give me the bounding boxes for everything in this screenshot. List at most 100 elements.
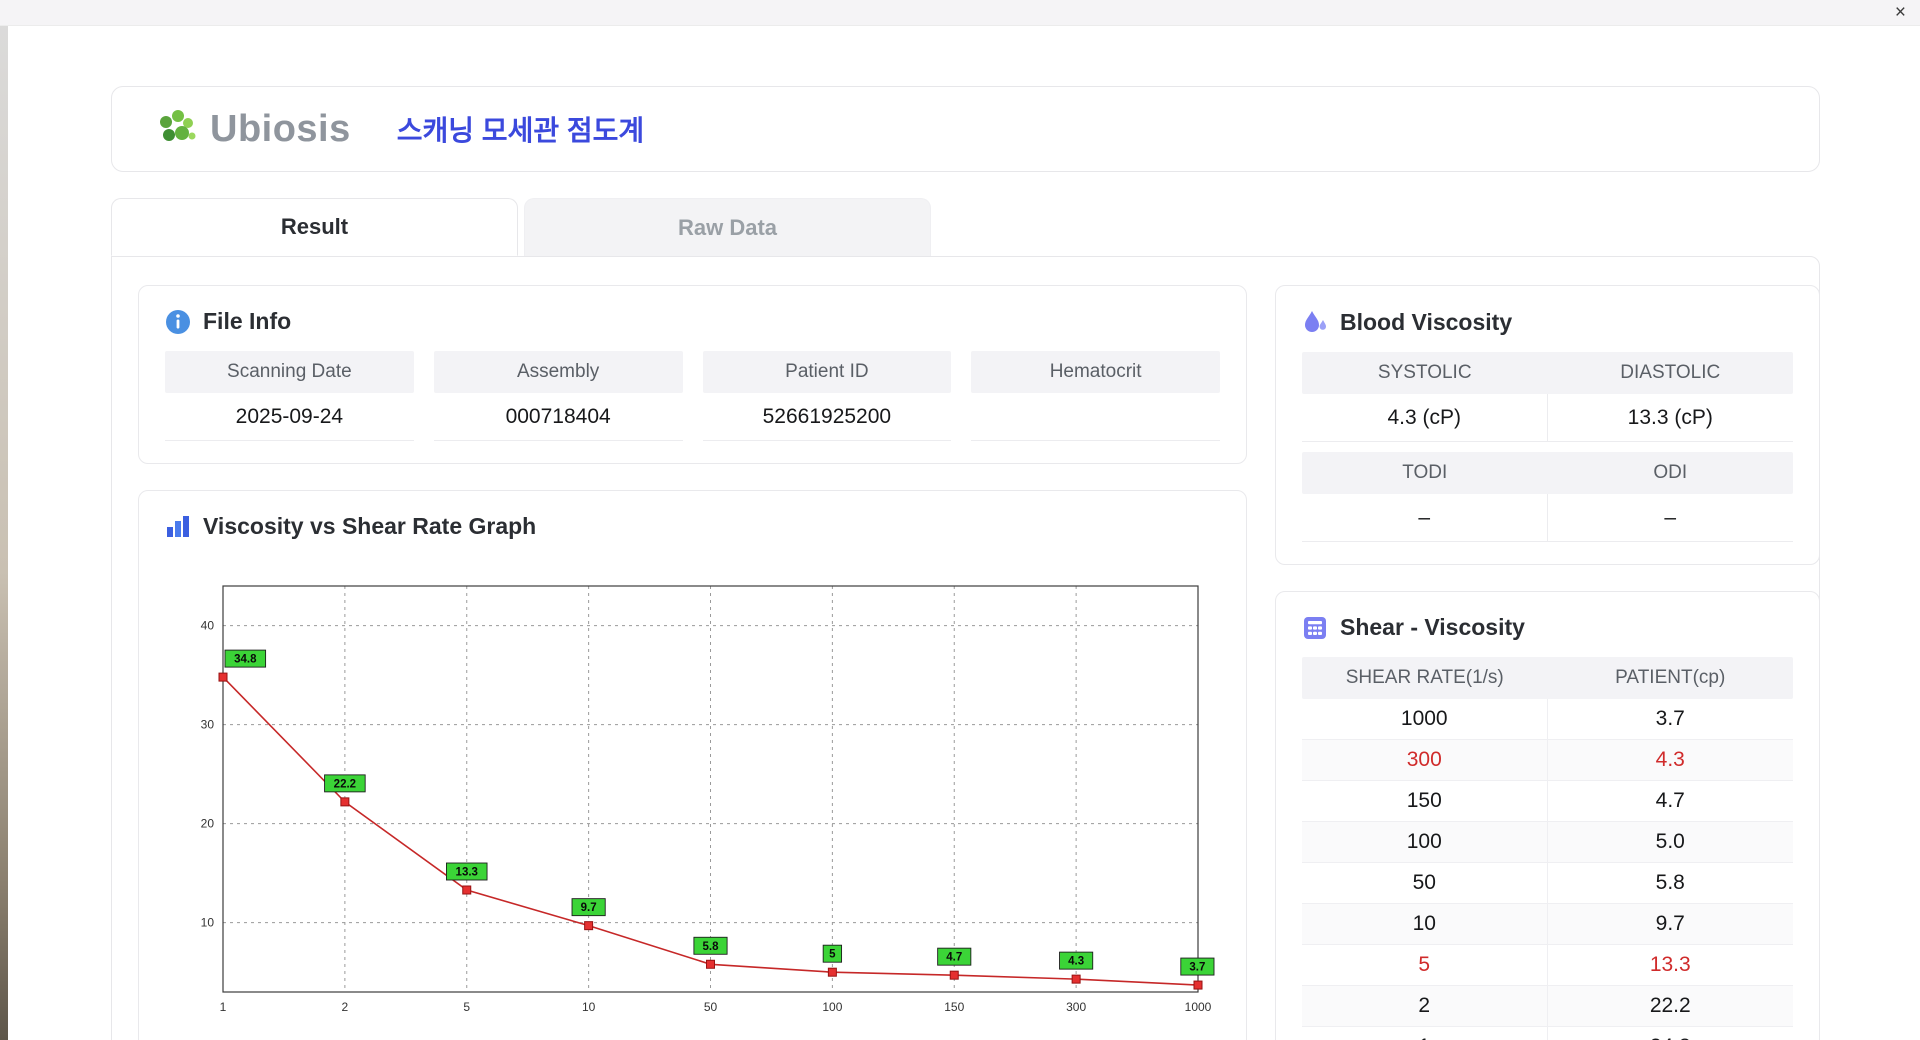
graph-title: Viscosity vs Shear Rate Graph [203, 513, 537, 539]
logo-text: Ubiosis [210, 107, 351, 150]
main-content: File Info Scanning Date 2025-09-24 Assembl… [111, 256, 1820, 1040]
shear-rate-column-header: SHEAR RATE(1/s) [1345, 667, 1504, 688]
shear-rate-cell: 300 [1302, 740, 1548, 781]
table-row: 50 5.8 [1302, 863, 1793, 904]
systolic-value: 4.3 (cP) [1302, 394, 1548, 442]
odi-label: ODI [1653, 462, 1688, 483]
shear-rate-cell: 1000 [1302, 699, 1548, 740]
right-column: Blood Viscosity SYSTOLIC DIASTOLIC 4.3 (… [1275, 285, 1820, 1040]
graph-card: Viscosity vs Shear Rate Graph 10 20 30 40 1 2… [138, 490, 1247, 1040]
svg-text:2: 2 [342, 1000, 349, 1014]
shear-rate-cell: 100 [1302, 822, 1548, 863]
patient-viscosity-cell: 3.7 [1547, 699, 1793, 740]
shear-viscosity-card: Shear - Viscosity SHEAR RATE(1/s) PATIEN… [1275, 591, 1820, 1040]
file-info-field: Hematocrit [971, 351, 1220, 441]
file-info-title-row: File Info [165, 308, 1220, 335]
svg-text:150: 150 [944, 1000, 964, 1014]
blood-viscosity-values-row-2: – – [1302, 494, 1793, 542]
patient-viscosity-cell: 5.0 [1547, 822, 1793, 863]
svg-text:4.7: 4.7 [946, 952, 962, 964]
patient-viscosity-cell: 4.7 [1547, 781, 1793, 822]
logo: Ubiosis [154, 108, 351, 151]
graph-title-row: Viscosity vs Shear Rate Graph [165, 513, 1220, 540]
patient-viscosity-cell: 9.7 [1547, 904, 1793, 945]
patient-viscosity-cell: 5.8 [1547, 863, 1793, 904]
droplet-icon [1305, 311, 1326, 332]
tab-raw-data[interactable]: Raw Data [524, 198, 931, 256]
blood-viscosity-header-row-1: SYSTOLIC DIASTOLIC [1302, 352, 1793, 394]
patient-viscosity-cell: 22.2 [1547, 986, 1793, 1027]
svg-text:13.3: 13.3 [456, 867, 478, 879]
shear-viscosity-title-row: Shear - Viscosity [1302, 614, 1793, 641]
window-titlebar: × [0, 0, 1920, 26]
file-info-field-value [971, 393, 1220, 441]
shear-rate-cell: 5 [1302, 945, 1548, 986]
svg-text:30: 30 [201, 718, 215, 732]
table-row: 2 22.2 [1302, 986, 1793, 1027]
diastolic-value: 13.3 (cP) [1547, 394, 1793, 442]
blood-viscosity-values-row-1: 4.3 (cP) 13.3 (cP) [1302, 394, 1793, 442]
blood-viscosity-title-row: Blood Viscosity [1302, 308, 1793, 336]
svg-text:34.8: 34.8 [234, 654, 257, 666]
table-row: 150 4.7 [1302, 781, 1793, 822]
svg-text:1: 1 [220, 1000, 227, 1014]
patient-viscosity-cell: 34.8 [1548, 1027, 1794, 1040]
svg-text:1000: 1000 [1185, 1000, 1212, 1014]
odi-value: – [1547, 494, 1793, 542]
shear-rate-cell: 1 [1302, 1027, 1548, 1040]
bar-chart-icon [167, 515, 189, 537]
svg-text:10: 10 [201, 916, 215, 930]
svg-text:3.7: 3.7 [1189, 962, 1205, 974]
patient-column-header: PATIENT(cp) [1615, 667, 1726, 688]
todi-label: TODI [1402, 462, 1448, 483]
tab-result[interactable]: Result [111, 198, 518, 256]
svg-text:9.7: 9.7 [581, 902, 597, 914]
shear-rate-cell: 50 [1302, 863, 1548, 904]
file-info-grid: Scanning Date 2025-09-24 Assembly 000718404… [165, 351, 1220, 441]
svg-text:100: 100 [822, 1000, 842, 1014]
svg-text:20: 20 [201, 817, 215, 831]
svg-text:5.8: 5.8 [703, 941, 720, 953]
svg-text:22.2: 22.2 [334, 778, 356, 790]
blood-viscosity-header-row-2: TODI ODI [1302, 452, 1793, 494]
shear-rate-cell: 10 [1302, 904, 1548, 945]
table-row: 1000 3.7 [1302, 699, 1793, 740]
shear-table-body: 1000 3.7 300 4.3 150 4.7 100 5.0 50 5.8 10 9.7 5 13.3… [1302, 699, 1793, 1040]
file-info-field: Assembly 000718404 [433, 351, 683, 441]
ubiosis-logo-icon [160, 110, 196, 141]
left-column: File Info Scanning Date 2025-09-24 Assembl… [138, 285, 1247, 1040]
page-title: 스캐닝 모세관 점도계 [396, 115, 645, 146]
svg-text:5: 5 [829, 949, 836, 961]
file-info-field-label: Patient ID [702, 351, 952, 393]
shear-viscosity-title: Shear - Viscosity [1340, 614, 1525, 640]
app-window: Ubiosis 스캐닝 모세관 점도계 Result Raw Data File… [0, 86, 1920, 1040]
file-info-field-label: Hematocrit [971, 351, 1220, 393]
tab-bar: Result Raw Data [111, 198, 1820, 256]
svg-text:10: 10 [582, 1000, 596, 1014]
info-icon [166, 309, 190, 334]
viscosity-chart-host: 10 20 30 40 1 2 5 10 50 100 150 300 1000 34.8 22.2 13.3… [165, 556, 1220, 1039]
table-row: 5 13.3 [1302, 945, 1793, 986]
file-info-field: Scanning Date 2025-09-24 [165, 351, 414, 441]
file-info-field: Patient ID 52661925200 [702, 351, 952, 441]
shear-rate-cell: 2 [1302, 986, 1548, 1027]
close-icon[interactable]: × [1895, 2, 1906, 24]
svg-text:5: 5 [463, 1000, 470, 1014]
file-info-field-label: Scanning Date [165, 351, 414, 393]
shear-rate-cell: 150 [1302, 781, 1548, 822]
file-info-card: File Info Scanning Date 2025-09-24 Assembl… [138, 285, 1247, 464]
viscosity-shear-rate-chart: 10 20 30 40 1 2 5 10 50 100 150 300 1000 34.8 22.2 13.3… [201, 585, 1215, 1014]
patient-viscosity-cell: 4.3 [1547, 740, 1793, 781]
svg-text:50: 50 [704, 1000, 718, 1014]
blood-viscosity-card: Blood Viscosity SYSTOLIC DIASTOLIC 4.3 (… [1275, 285, 1820, 565]
file-info-field-label: Assembly [433, 351, 683, 393]
svg-text:40: 40 [201, 619, 215, 633]
patient-viscosity-cell: 13.3 [1547, 945, 1793, 986]
svg-text:4.3: 4.3 [1068, 956, 1084, 968]
diastolic-label: DIASTOLIC [1620, 362, 1721, 383]
file-info-field-value: 2025-09-24 [165, 393, 414, 441]
shear-table-header: SHEAR RATE(1/s) PATIENT(cp) [1302, 657, 1793, 699]
blood-viscosity-title: Blood Viscosity [1340, 308, 1513, 335]
header-card: Ubiosis 스캐닝 모세관 점도계 [111, 86, 1820, 172]
